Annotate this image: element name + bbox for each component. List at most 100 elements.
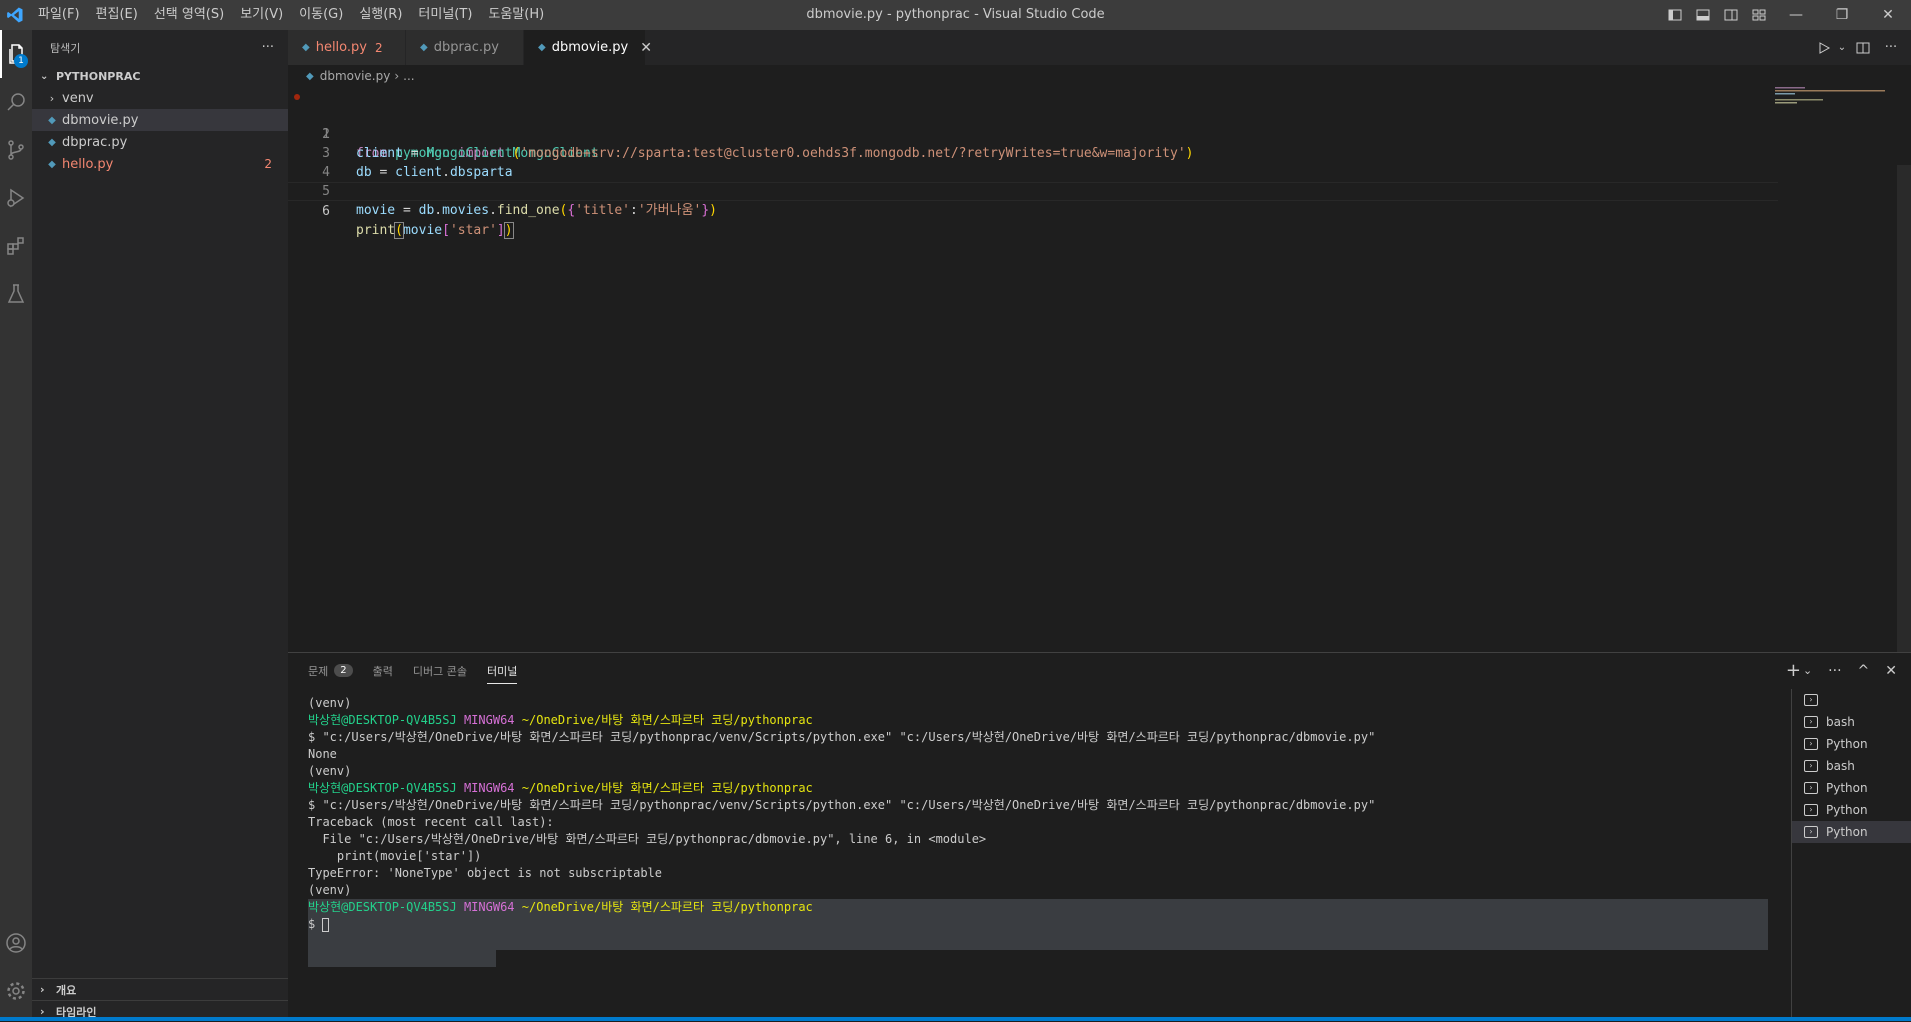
bottom-panel: 문제 2 출력 디버그 콘솔 터미널 + ⌄ ··· ^ ✕ (venv) 박상현… [288,652,1911,1021]
account-icon[interactable] [0,919,32,967]
breadcrumb-file[interactable]: dbmovie.py [320,69,391,83]
more-actions-icon[interactable]: ··· [1877,33,1905,63]
tab-dbmovie[interactable]: ◆ dbmovie.py ✕ [524,30,652,65]
menu-help[interactable]: 도움말(H) [480,0,552,30]
terminal-list: › › bash › Python › bash › Python › Python › P… [1791,689,1911,1021]
terminal-name: bash [1826,759,1855,773]
token: movie [356,203,396,218]
vscode-logo-icon [0,0,30,30]
tree-item-hello[interactable]: ◆ hello.py 2 [32,153,288,175]
source-control-icon[interactable] [0,126,32,174]
code-line[interactable]: 5 movie = db.movies.find_one({'title':'가… [288,163,1911,218]
code-line[interactable]: 3 db = client.dbsparta [288,125,1911,180]
tab-dbprac[interactable]: ◆ dbprac.py [406,30,524,65]
menu-terminal[interactable]: 터미널(T) [410,0,480,30]
terminal-name: Python [1826,803,1868,817]
tab-problems[interactable]: 문제 2 [308,653,353,688]
tab-label: 문제 [308,664,329,678]
testing-flask-icon[interactable] [0,270,32,318]
token: ) [709,203,717,218]
terminal-list-item[interactable]: › bash [1792,755,1911,777]
outline-section[interactable]: › 개요 [32,978,288,1000]
explorer-icon[interactable]: 1 [0,30,32,78]
minimap[interactable] [1775,87,1895,147]
editor-tab-bar: ◆ hello.py 2 ◆ dbprac.py ◆ dbmovie.py ✕ … [288,30,1911,65]
settings-gear-icon[interactable] [0,967,32,1015]
menu-file[interactable]: 파일(F) [30,0,88,30]
tree-item-dbmovie[interactable]: ◆ dbmovie.py [32,109,288,131]
breadcrumb-separator: › [394,69,400,83]
token: } [701,203,710,218]
token: . [434,203,443,218]
workspace-section[interactable]: ⌄ PYTHONPRAC [32,65,288,87]
terminal-prompt-line[interactable]: $ [308,916,1768,933]
close-tab-icon[interactable]: ✕ [640,40,652,56]
minimize-icon[interactable]: — [1773,0,1819,30]
sidebar-more-button[interactable]: ··· [262,40,274,55]
run-debug-icon[interactable] [0,174,32,222]
customize-layout-icon[interactable] [1745,0,1773,30]
prompt: $ [308,917,323,931]
run-dropdown-icon[interactable]: ⌄ [1835,33,1849,63]
token: ] [496,223,505,238]
menu-go[interactable]: 이동(G) [291,0,351,30]
restore-icon[interactable]: ❐ [1819,0,1865,30]
search-icon[interactable] [0,78,32,126]
run-python-file-icon[interactable] [1813,33,1835,63]
close-panel-icon[interactable]: ✕ [1885,663,1897,679]
toggle-secondary-sidebar-icon[interactable] [1717,0,1745,30]
toggle-panel-icon[interactable] [1689,0,1717,30]
terminal-list-item[interactable]: › Python [1792,733,1911,755]
editor-scrollbar[interactable] [1897,165,1911,655]
terminal-output[interactable]: (venv) 박상현@DESKTOP-QV4B5SJ MINGW64 ~/One… [308,695,1768,1021]
tab-terminal[interactable]: 터미널 [486,653,518,688]
tab-output[interactable]: 출력 [373,653,393,688]
terminal-list-item[interactable]: › [1792,689,1911,711]
tree-item-venv[interactable]: › venv [32,87,288,109]
split-editor-icon[interactable] [1849,33,1877,63]
terminal-list-item[interactable]: › Python [1792,799,1911,821]
terminal-list-item[interactable]: › Python [1792,777,1911,799]
extensions-icon[interactable] [0,222,32,270]
token: movies [442,203,490,218]
terminal-list-item[interactable]: › bash [1792,711,1911,733]
terminal-list-item-active[interactable]: › Python [1792,821,1911,843]
toggle-sidebar-icon[interactable] [1661,0,1689,30]
code-editor[interactable]: 1 from pymongo import MongoClient 2 clie… [288,87,1911,655]
tab-debug-console[interactable]: 디버그 콘솔 [413,653,467,688]
tree-item-dbprac[interactable]: ◆ dbprac.py [32,131,288,153]
path: ~/OneDrive/바탕 화면/스파르타 코딩/pythonprac [521,713,813,727]
outline-label: 개요 [56,983,77,997]
breadcrumb-symbols[interactable]: ... [403,69,414,83]
token: [ [442,223,450,238]
python-file-icon: ◆ [306,70,314,82]
maximize-panel-icon[interactable]: ^ [1858,663,1870,679]
terminal-line: (venv) [308,883,352,897]
python-file-icon: ◆ [420,42,428,53]
python-file-icon: ◆ [48,136,56,148]
code-line[interactable]: 2 client = MongoClient('mongodb+srv://sp… [288,106,1911,161]
menu-view[interactable]: 보기(V) [232,0,291,30]
token: { [567,203,576,218]
user: 박상현 [308,900,342,914]
breakpoint-icon[interactable] [294,94,300,100]
code-line[interactable]: 4 [288,144,1911,180]
code-line[interactable]: 1 from pymongo import MongoClient [288,87,1911,161]
menu-run[interactable]: 실행(R) [351,0,410,30]
tab-hello[interactable]: ◆ hello.py 2 [288,30,406,65]
code-line-current[interactable]: 6 print(movie['star']) [288,182,1778,239]
tree-item-label: dbprac.py [62,134,128,150]
close-window-icon[interactable]: ✕ [1865,0,1911,30]
menu-selection[interactable]: 선택 영역(S) [146,0,232,30]
more-icon[interactable]: ··· [1828,663,1841,679]
chevron-down-icon[interactable]: ⌄ [1803,664,1812,677]
explorer-sidebar: 탐색기 ··· ⌄ PYTHONPRAC › venv ◆ dbmovie.py… [32,30,288,1021]
status-bar [0,1017,1911,1021]
new-terminal-icon[interactable]: + [1786,660,1801,681]
menu-edit[interactable]: 편집(E) [88,0,146,30]
terminal-selection [308,950,496,967]
terminal-line: 박상현@DESKTOP-QV4B5SJ MINGW64 ~/OneDrive/바… [308,899,1768,916]
terminal-icon: › [1804,782,1818,794]
terminal-name: Python [1826,737,1868,751]
terminal-name: Python [1826,825,1868,839]
